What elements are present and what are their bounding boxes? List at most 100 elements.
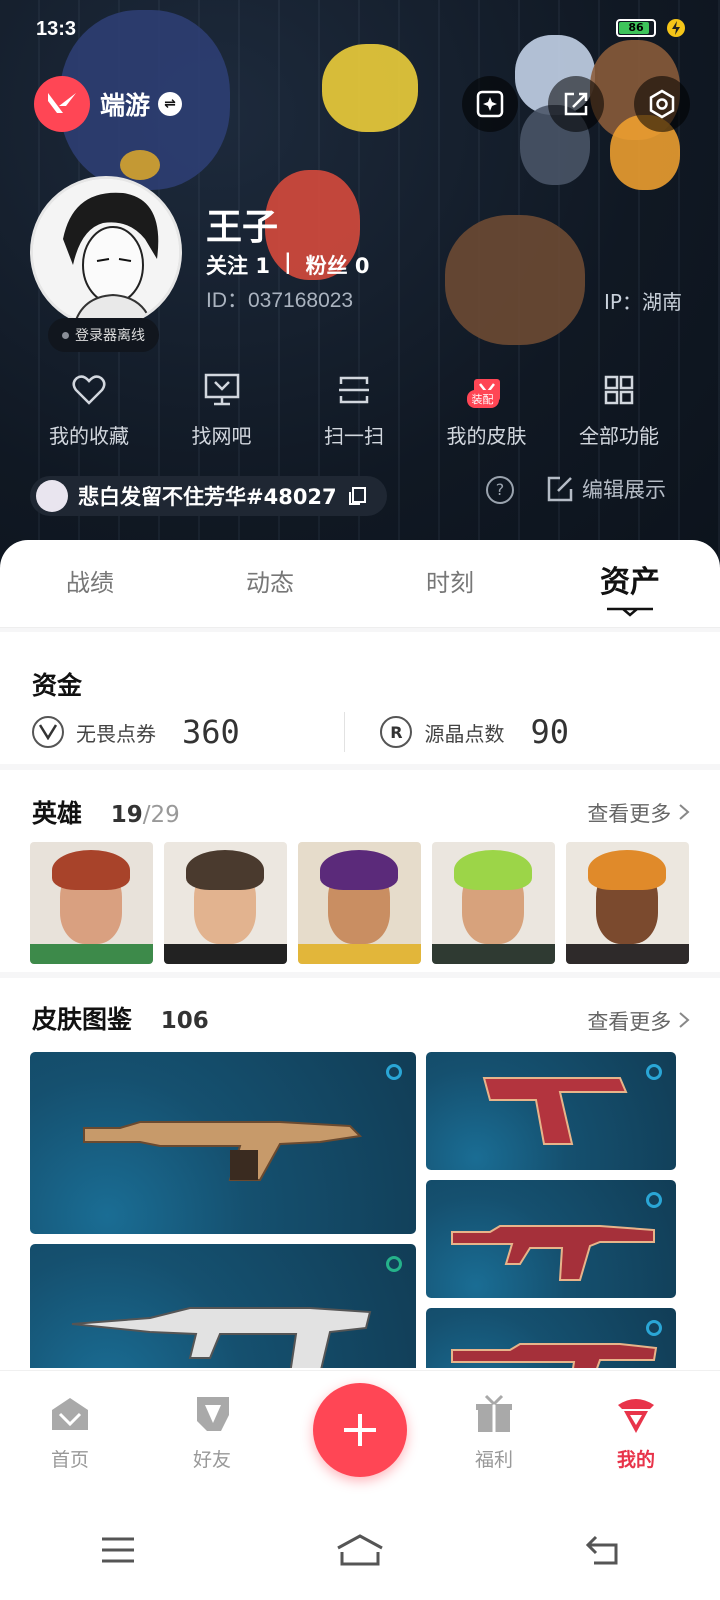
skins-header: 皮肤图鉴 106 [32, 1000, 209, 1036]
nav-label: 我的 [616, 1449, 655, 1471]
quick-action-label: 找网吧 [191, 424, 252, 448]
stat-separator: | [283, 250, 292, 274]
quick-action-favorites[interactable]: 我的收藏 [24, 370, 154, 449]
hero-accent [566, 944, 689, 964]
smg-icon [451, 1225, 655, 1281]
menu-icon[interactable] [100, 1536, 136, 1564]
valorant-points-icon [32, 716, 64, 748]
settings-button[interactable] [634, 76, 690, 132]
status-icons: 86 [616, 18, 686, 38]
skin-icon: 装配 [466, 370, 507, 410]
funds-title: 资金 [32, 671, 83, 700]
chevron-right-icon [679, 804, 690, 820]
hero-card[interactable] [298, 842, 421, 964]
nav-home[interactable]: 首页 [20, 1391, 120, 1472]
hero-accent [30, 944, 153, 964]
fund-radianite: R 源晶点数 90 [380, 713, 692, 751]
quick-action-scan[interactable]: 扫一扫 [289, 370, 419, 449]
skin-card[interactable] [30, 1052, 416, 1234]
assets-content: 资金 无畏点券 360 R 源晶点数 90 英雄 19/29 查看更多 皮肤图鉴… [0, 628, 720, 1368]
share-button[interactable] [548, 76, 604, 132]
fans-stat[interactable]: 粉丝 0 [306, 250, 370, 280]
tab-assets[interactable]: 资产 [540, 540, 720, 627]
gift-icon [471, 1391, 517, 1437]
avatar[interactable] [30, 176, 182, 328]
fund-divider [343, 712, 345, 752]
skin-card[interactable] [426, 1052, 676, 1170]
tab-moments[interactable]: 时刻 [360, 540, 540, 627]
hero-hair [588, 850, 666, 890]
back-icon[interactable] [584, 1535, 620, 1565]
offline-dot-icon [62, 331, 69, 339]
copy-icon[interactable] [347, 486, 367, 506]
heroes-header: 英雄 19/29 [32, 794, 180, 830]
tab-record[interactable]: 战绩 [0, 540, 180, 627]
game-account-pill[interactable]: 悲白发留不住芳华#48027 [30, 476, 387, 516]
app-name[interactable]: 端游 [100, 86, 150, 122]
game-avatar [36, 480, 68, 512]
tier-ring-icon [386, 1064, 402, 1080]
skin-card[interactable] [426, 1308, 676, 1368]
quick-actions: 我的收藏 找网吧 扫一扫 装配 我的皮肤 全部功能 [24, 370, 684, 449]
skin-card[interactable] [30, 1244, 416, 1368]
hero-card[interactable] [566, 842, 689, 964]
quick-action-all-features[interactable]: 全部功能 [554, 370, 684, 449]
sticker-coin [120, 150, 160, 180]
game-account-name: 悲白发留不住芳华#48027 [78, 485, 337, 509]
nav-friends[interactable]: 好友 [162, 1391, 262, 1472]
rifle-icon [71, 1307, 372, 1368]
hero-hair [186, 850, 264, 890]
edit-display-button[interactable]: 编辑展示 [546, 474, 666, 504]
scan-icon [334, 370, 374, 410]
tier-ring-icon [646, 1064, 662, 1080]
tab-feed[interactable]: 动态 [180, 540, 360, 627]
gear-icon [649, 89, 675, 119]
following-stat[interactable]: 关注 1 [206, 250, 270, 280]
sparkle-button[interactable] [462, 76, 518, 132]
battery-icon: 86 [616, 19, 656, 37]
user-id: ID：037168023 [206, 289, 354, 312]
top-row: 端游 ⇌ [34, 76, 690, 132]
create-post-button[interactable] [313, 1383, 407, 1477]
nav-benefits[interactable]: 福利 [444, 1391, 544, 1472]
nav-label: 福利 [474, 1449, 513, 1471]
status-bar: 13:3 86 [0, 0, 720, 60]
plus-icon [344, 1414, 376, 1446]
heroes-more-link[interactable]: 查看更多 [587, 798, 690, 828]
heroes-title: 英雄 [32, 799, 83, 828]
quick-action-label: 全部功能 [579, 424, 659, 448]
home-nav-icon[interactable] [336, 1534, 384, 1566]
avatar-image [33, 179, 179, 325]
monitor-icon [202, 370, 242, 410]
quick-action-my-skins[interactable]: 装配 我的皮肤 [422, 370, 552, 449]
edit-display-label: 编辑展示 [582, 478, 666, 502]
hero-card[interactable] [30, 842, 153, 964]
quick-action-label: 我的皮肤 [446, 424, 527, 448]
funds-row: 无畏点券 360 R 源晶点数 90 [32, 712, 692, 752]
quick-action-find-cafe[interactable]: 找网吧 [157, 370, 287, 449]
tier-ring-icon [386, 1256, 402, 1272]
valorant-logo-icon[interactable] [34, 76, 90, 132]
edit-icon [547, 476, 573, 502]
hero-card[interactable] [432, 842, 555, 964]
hero-hair [52, 850, 130, 890]
nav-profile[interactable]: 我的 [586, 1391, 686, 1472]
fund-label: 源晶点数 [424, 721, 505, 746]
radianite-icon: R [380, 716, 413, 748]
skins-count: 106 [160, 1008, 209, 1034]
friends-icon [189, 1391, 235, 1437]
switch-icon[interactable]: ⇌ [158, 92, 183, 116]
hero-card[interactable] [164, 842, 287, 964]
help-icon[interactable]: ? [486, 476, 514, 504]
skins-more-link[interactable]: 查看更多 [587, 1006, 690, 1036]
fund-vp: 无畏点券 360 [32, 713, 344, 751]
skin-card[interactable] [426, 1180, 676, 1298]
profile-header: 13:3 86 端游 ⇌ 登录器离线 王子 关注 1 | 粉丝 0 ID：037… [0, 0, 720, 580]
user-ip: IP：湖南 [604, 290, 682, 314]
content-sheet: 战绩 动态 时刻 资产 资金 无畏点券 360 R 源晶点数 90 英雄 19/… [0, 540, 720, 1600]
fund-value: 90 [530, 713, 569, 751]
profile-icon [613, 1391, 659, 1437]
sticker-agent-chef [445, 215, 585, 345]
nav-label: 首页 [50, 1449, 89, 1471]
skins-title: 皮肤图鉴 [32, 1005, 133, 1034]
